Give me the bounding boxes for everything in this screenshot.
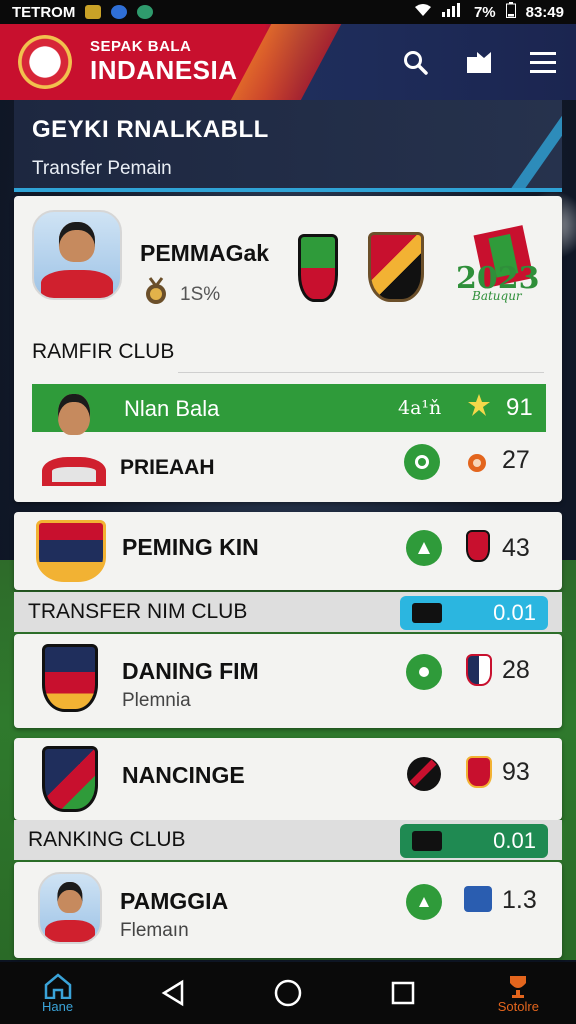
club-value: 28 (502, 656, 530, 684)
page-title: GEYKI RNALKABLL (32, 116, 269, 143)
club-crest-icon (466, 756, 492, 788)
featured-player-name[interactable]: PEMMAGak (140, 240, 269, 267)
club-card[interactable]: DANING FIM Plemnia 28 (14, 634, 562, 728)
app-bar: SEPAK BALA INDANESIA (0, 24, 576, 100)
home-label: Hane (42, 998, 74, 1014)
settings-button[interactable]: Sotolre (483, 966, 553, 1020)
status-bar: TETROM 7% 83:49 (0, 0, 576, 24)
club-value: 43 (502, 534, 530, 562)
flag-icon (412, 831, 442, 851)
trophy-icon (510, 975, 527, 998)
band-value: 0.01 (493, 828, 536, 853)
page-subtitle: Transfer Pemain (32, 158, 172, 179)
player-avatar[interactable] (36, 388, 112, 486)
back-button[interactable] (138, 966, 208, 1020)
club-subtitle: Plemnia (122, 690, 191, 711)
club-name: PEMING KIN (122, 534, 259, 560)
club-ball-icon[interactable] (406, 756, 442, 797)
transfer-band: TRANSFER NIM CLUB 0.01 (14, 592, 562, 632)
flag-icon (412, 603, 442, 623)
wifi-icon (414, 3, 432, 21)
circle-icon (274, 979, 302, 1007)
featured-card: PEMMAGak 1S% 2023 Batuqur RAMFIR CLUB Nl… (14, 196, 562, 502)
star-icon (466, 392, 492, 427)
whatsapp-icon[interactable] (404, 444, 440, 480)
section-label: RAMFIR CLUB (32, 340, 175, 363)
share-icon[interactable] (406, 884, 442, 920)
share-icon[interactable] (406, 654, 442, 690)
club-crest-icon (42, 644, 98, 712)
search-icon[interactable] (400, 47, 430, 77)
club-crest-icon (466, 654, 492, 686)
club-subtitle: Flemaın (120, 920, 189, 941)
club-name: DANING FIM (122, 658, 259, 684)
menu-icon[interactable] (528, 47, 558, 77)
header-stripe (223, 24, 347, 100)
share-icon[interactable] (406, 530, 442, 566)
recents-button[interactable] (368, 966, 438, 1020)
back-icon (161, 979, 184, 1007)
whatsapp-icon (137, 5, 154, 19)
battery-text: 7% (473, 3, 496, 21)
divider (178, 372, 544, 373)
medal-icon (142, 276, 170, 311)
ranking-value-pill[interactable]: 0.01 (400, 824, 548, 858)
share-icon[interactable] (464, 47, 494, 77)
club-crest-icon (466, 530, 490, 562)
clock-text: 83:49 (525, 3, 564, 21)
player-avatar (38, 872, 102, 944)
battery-icon (505, 2, 516, 22)
club-crest-icon (464, 886, 492, 912)
player-value: 27 (502, 446, 530, 474)
highlight-value: 91 (506, 394, 533, 421)
player-name[interactable]: PRIEAAH (120, 456, 215, 480)
square-icon (391, 981, 415, 1005)
federation-logo[interactable] (18, 35, 72, 89)
club-crest-icon[interactable] (298, 234, 338, 302)
club-value: 1.3 (502, 886, 537, 914)
club-crest-icon (42, 746, 98, 812)
band-label: RANKING CLUB (28, 828, 186, 851)
season-badge-icon: 2023 Batuqur (452, 224, 542, 306)
page-header: GEYKI RNALKABLL Transfer Pemain (14, 100, 562, 192)
home-button[interactable]: Hane (23, 966, 93, 1020)
club-crest-icon (36, 520, 106, 582)
signal-icon (441, 3, 464, 21)
flame-icon (466, 450, 488, 479)
home-icon (44, 972, 71, 999)
brand-title: INDANESIA (90, 55, 238, 85)
club-name: PAMGGIA (120, 888, 229, 914)
band-label: TRANSFER NIM CLUB (28, 600, 248, 623)
season-badge-label: Batuqur (471, 289, 523, 303)
app-notification-icon (111, 5, 128, 19)
ranking-band: RANKING CLUB 0.01 (14, 820, 562, 860)
notification-icon (85, 5, 102, 19)
brand-subtitle: SEPAK BALA (90, 38, 192, 55)
band-value: 0.01 (493, 600, 536, 625)
settings-label: Sotolre (497, 998, 539, 1014)
club-card[interactable]: NANCINGE 93 (14, 738, 562, 820)
club-name: NANCINGE (122, 762, 245, 788)
club-crest-icon[interactable] (368, 232, 424, 302)
club-value: 93 (502, 758, 530, 786)
home-circle-button[interactable] (253, 966, 323, 1020)
featured-stat: 1S% (180, 284, 221, 305)
highlight-player-name: Nlan Bala (124, 396, 220, 421)
highlight-player-info: 4a¹ň (398, 397, 442, 419)
club-card[interactable]: PAMGGIA Flemaın 1.3 (14, 862, 562, 958)
club-card[interactable]: PEMING KIN 43 (14, 512, 562, 590)
carrier-text: TETROM (12, 3, 76, 21)
navigation-bar: Hane Sotolre (0, 962, 576, 1024)
brand: SEPAK BALA INDANESIA (90, 38, 238, 86)
featured-player-avatar[interactable] (32, 210, 122, 300)
transfer-value-pill[interactable]: 0.01 (400, 596, 548, 630)
